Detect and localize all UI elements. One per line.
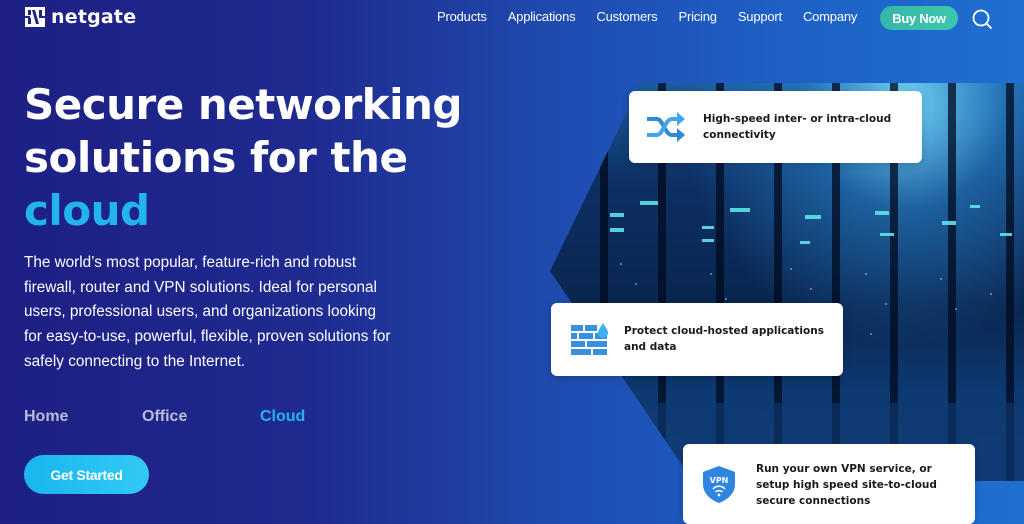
shuffle-arrows-icon (647, 112, 685, 142)
nav-link-company[interactable]: Company (803, 9, 857, 24)
nav-links: Products Applications Customers Pricing … (437, 9, 878, 24)
hero-title-line-2: solutions for the (24, 133, 408, 182)
brand-logo[interactable]: netgate (25, 6, 136, 28)
nav-link-applications[interactable]: Applications (508, 9, 576, 24)
brand-name: netgate (51, 6, 137, 28)
feature-card-protect: Protect cloud-hosted applications and da… (551, 303, 843, 376)
firewall-brick-icon (571, 323, 608, 355)
vpn-shield-icon: VPN (703, 466, 735, 503)
feature-card-vpn: VPN Run your own VPN service, or setup h… (683, 444, 975, 524)
hero-title-accent: cloud (24, 186, 150, 235)
hero-description: The world’s most popular, feature-rich a… (24, 254, 391, 370)
top-navigation: netgate Products Applications Customers … (0, 0, 1024, 38)
hero-title-line-1: Secure networking (24, 80, 462, 129)
tab-cloud[interactable]: Cloud (260, 408, 305, 426)
search-icon[interactable] (971, 8, 993, 30)
nav-link-support[interactable]: Support (738, 9, 782, 24)
feature-text-connectivity: High-speed inter- or intra-cloud connect… (703, 113, 892, 141)
tab-office[interactable]: Office (142, 408, 187, 426)
svg-text:VPN: VPN (710, 476, 729, 485)
buy-now-button[interactable]: Buy Now (880, 6, 958, 30)
netgate-logo-icon (25, 7, 45, 27)
nav-link-pricing[interactable]: Pricing (678, 9, 717, 24)
feature-text-protect: Protect cloud-hosted applications and da… (624, 325, 824, 353)
hero-title: Secure networking solutions for the clou… (24, 78, 462, 237)
feature-text-vpn: Run your own VPN service, or setup high … (756, 463, 937, 507)
get-started-button[interactable]: Get Started (24, 455, 149, 494)
nav-link-products[interactable]: Products (437, 9, 487, 24)
tab-home[interactable]: Home (24, 408, 68, 426)
feature-card-connectivity: High-speed inter- or intra-cloud connect… (629, 91, 922, 163)
nav-link-customers[interactable]: Customers (596, 9, 657, 24)
